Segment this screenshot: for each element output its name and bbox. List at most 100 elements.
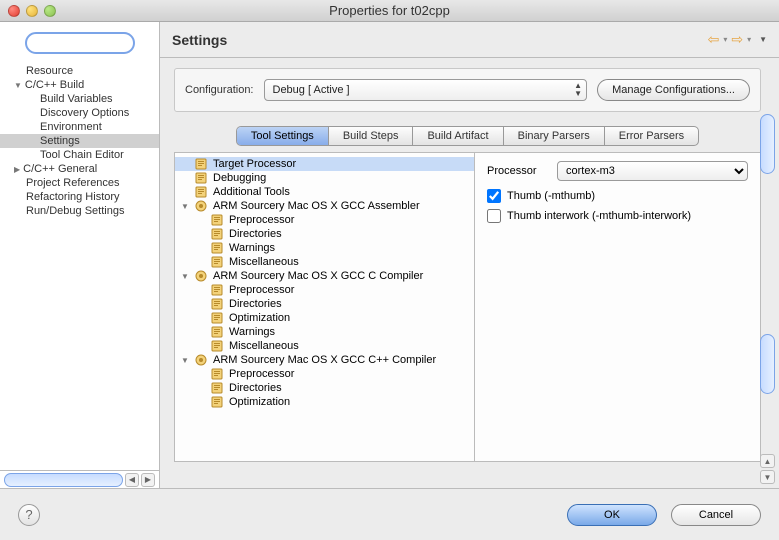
tree-item-label: Miscellaneous	[229, 340, 299, 352]
tree-item[interactable]: Preprocessor	[175, 213, 474, 227]
tree-item[interactable]: Debugging	[175, 171, 474, 185]
processor-select[interactable]: cortex-m3	[557, 161, 748, 181]
tree-item[interactable]: ▼ARM Sourcery Mac OS X GCC C++ Compiler	[175, 353, 474, 367]
tree-item-label: Optimization	[229, 312, 290, 324]
forward-icon[interactable]: ⇨	[731, 31, 743, 48]
search-input[interactable]	[25, 32, 135, 54]
page-title: Settings	[172, 32, 227, 48]
titlebar: Properties for t02cpp	[0, 0, 779, 22]
tab-build-artifact[interactable]: Build Artifact	[413, 127, 503, 145]
tree-item[interactable]: Directories	[175, 381, 474, 395]
tab-error-parsers[interactable]: Error Parsers	[605, 127, 698, 145]
scroll-right-icon[interactable]: ▶	[141, 473, 155, 487]
tab-build-steps[interactable]: Build Steps	[329, 127, 414, 145]
tree-item-label: Preprocessor	[229, 214, 294, 226]
tree-item-label: Preprocessor	[229, 284, 294, 296]
tab-tool-settings[interactable]: Tool Settings	[237, 127, 329, 145]
tree-item[interactable]: Warnings	[175, 325, 474, 339]
scroll-up-icon[interactable]: ▲	[760, 454, 775, 468]
nav-item[interactable]: C/C++ General	[0, 162, 159, 176]
tree-item[interactable]: Miscellaneous	[175, 339, 474, 353]
tree-item-label: ARM Sourcery Mac OS X GCC C Compiler	[213, 270, 423, 282]
tree-item-label: Additional Tools	[213, 186, 290, 198]
content-vscroll[interactable]	[760, 114, 775, 432]
settings-tabs: Tool SettingsBuild StepsBuild ArtifactBi…	[236, 126, 699, 146]
content-header: Settings ⇦ ▾ ⇨ ▾ ▼	[160, 22, 779, 58]
nav-item[interactable]: Run/Debug Settings	[0, 204, 159, 218]
tool-settings-panel: Target Processor Debugging Additional Tool…	[174, 152, 761, 462]
scrollbar-thumb[interactable]	[760, 114, 775, 174]
page-icon	[211, 256, 225, 268]
scrollbar-thumb[interactable]	[4, 473, 123, 487]
back-menu-icon[interactable]: ▾	[723, 35, 727, 44]
page-icon	[211, 214, 225, 226]
nav-item[interactable]: Environment	[0, 120, 159, 134]
menu-icon[interactable]: ▼	[759, 35, 767, 44]
tree-item[interactable]: Warnings	[175, 241, 474, 255]
tree-item[interactable]: Preprocessor	[175, 283, 474, 297]
tree-item-label: Miscellaneous	[229, 256, 299, 268]
configuration-row: Configuration: Debug [ Active ] ▲▼ Manag…	[174, 68, 761, 112]
page-icon	[211, 284, 225, 296]
help-icon[interactable]: ?	[18, 504, 40, 526]
nav-item[interactable]: Refactoring History	[0, 190, 159, 204]
cancel-button[interactable]: Cancel	[671, 504, 761, 526]
nav-item[interactable]: C/C++ Build	[0, 78, 159, 92]
tree-item[interactable]: Optimization	[175, 311, 474, 325]
tree-item[interactable]: Preprocessor	[175, 367, 474, 381]
content-area: Configuration: Debug [ Active ] ▲▼ Manag…	[160, 58, 779, 488]
page-icon	[211, 228, 225, 240]
nav-item[interactable]: Build Variables	[0, 92, 159, 106]
nav-item[interactable]: Project References	[0, 176, 159, 190]
page-icon	[211, 340, 225, 352]
tree-item-label: Optimization	[229, 396, 290, 408]
processor-label: Processor	[487, 165, 547, 177]
tree-item[interactable]: ▼ARM Sourcery Mac OS X GCC Assembler	[175, 199, 474, 213]
forward-menu-icon[interactable]: ▾	[747, 35, 751, 44]
ok-button[interactable]: OK	[567, 504, 657, 526]
tree-item-label: Warnings	[229, 326, 275, 338]
sidebar-scrollbar[interactable]: ◀ ▶	[0, 470, 159, 488]
thumb-interwork-label: Thumb interwork (-mthumb-interwork)	[507, 210, 691, 222]
nav-item[interactable]: Discovery Options	[0, 106, 159, 120]
nav-item[interactable]: Resource	[0, 64, 159, 78]
tree-item-label: ARM Sourcery Mac OS X GCC Assembler	[213, 200, 420, 212]
tree-item[interactable]: ▼ARM Sourcery Mac OS X GCC C Compiler	[175, 269, 474, 283]
page-icon	[195, 186, 209, 198]
combo-arrows-icon: ▲▼	[574, 82, 582, 98]
thumb-interwork-checkbox[interactable]	[487, 209, 501, 223]
tree-item[interactable]: Miscellaneous	[175, 255, 474, 269]
tree-item-label: Directories	[229, 228, 282, 240]
tool-icon	[195, 200, 209, 212]
tree-item-label: Warnings	[229, 242, 275, 254]
tab-binary-parsers[interactable]: Binary Parsers	[504, 127, 605, 145]
back-icon[interactable]: ⇦	[708, 31, 720, 48]
page-icon	[211, 312, 225, 324]
scrollbar-thumb[interactable]	[760, 334, 775, 394]
tree-item-label: Directories	[229, 298, 282, 310]
footer: ? OK Cancel	[0, 488, 779, 540]
configuration-label: Configuration:	[185, 84, 254, 96]
nav-item[interactable]: Settings	[0, 134, 159, 148]
tree-item[interactable]: Target Processor	[175, 157, 474, 171]
tree-item[interactable]: Directories	[175, 297, 474, 311]
page-icon	[211, 382, 225, 394]
tree-item[interactable]: Additional Tools	[175, 185, 474, 199]
scroll-left-icon[interactable]: ◀	[125, 473, 139, 487]
configuration-value: Debug [ Active ]	[273, 84, 350, 96]
tool-icon	[195, 354, 209, 366]
manage-configurations-button[interactable]: Manage Configurations...	[597, 79, 750, 101]
tool-tree: Target Processor Debugging Additional Tool…	[175, 153, 475, 461]
page-icon	[211, 242, 225, 254]
tree-item-label: Debugging	[213, 172, 266, 184]
tree-item[interactable]: Directories	[175, 227, 474, 241]
tree-item[interactable]: Optimization	[175, 395, 474, 409]
nav-item[interactable]: Tool Chain Editor	[0, 148, 159, 162]
scroll-down-icon[interactable]: ▼	[760, 470, 775, 484]
configuration-combo[interactable]: Debug [ Active ] ▲▼	[264, 79, 588, 101]
tree-item-label: Target Processor	[213, 158, 296, 170]
thumb-checkbox[interactable]	[487, 189, 501, 203]
page-icon	[211, 396, 225, 408]
history-nav: ⇦ ▾ ⇨ ▾ ▼	[708, 31, 767, 48]
processor-properties: Processor cortex-m3 Thumb (-mthumb) Thum…	[475, 153, 760, 461]
